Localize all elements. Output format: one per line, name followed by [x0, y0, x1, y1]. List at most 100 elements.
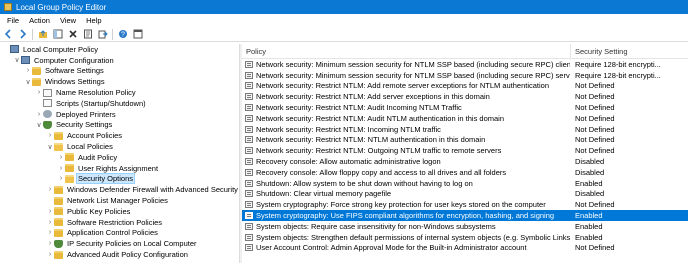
policy-row[interactable]: Network security: Restrict NTLM: Add rem… [242, 81, 688, 92]
column-header-policy[interactable]: Policy [242, 44, 570, 59]
title-bar: Local Group Policy Editor [0, 0, 688, 14]
security-setting-value: Not Defined [575, 92, 615, 102]
chevron-down-icon[interactable]: ∨ [13, 56, 21, 64]
policy-row[interactable]: Network security: Restrict NTLM: Add ser… [242, 91, 688, 102]
policy-row[interactable]: Shutdown: Allow system to be shut down w… [242, 178, 688, 189]
policy-name: System objects: Require case insensitivi… [256, 221, 496, 231]
security-setting-value: Disabled [575, 167, 605, 177]
policy-row[interactable]: System cryptography: Use FIPS compliant … [242, 210, 688, 221]
export-list-icon[interactable] [97, 29, 108, 40]
chevron-right-icon[interactable]: › [35, 111, 43, 118]
folder-up-icon[interactable] [37, 29, 48, 40]
tree-item[interactable]: › Account Policies [0, 130, 239, 141]
policy-cell: System objects: Require case insensitivi… [242, 222, 570, 231]
chevron-right-icon[interactable]: › [46, 208, 54, 215]
chevron-right-icon[interactable]: › [57, 165, 65, 172]
chevron-right-icon[interactable]: › [46, 251, 54, 258]
policy-row[interactable]: Network security: Restrict NTLM: Incomin… [242, 124, 688, 135]
chevron-right-icon[interactable]: › [35, 89, 43, 96]
chevron-right-icon[interactable]: › [46, 186, 54, 193]
chevron-right-icon[interactable]: › [57, 175, 65, 182]
policy-row[interactable]: User Account Control: Admin Approval Mod… [242, 243, 688, 254]
forward-icon[interactable] [17, 29, 28, 40]
tree-item[interactable]: ∨ Computer Configuration [0, 55, 239, 66]
tree-item[interactable]: › Software Settings [0, 66, 239, 77]
policy-cell: Recovery console: Allow floppy copy and … [242, 168, 570, 177]
policy-row[interactable]: System objects: Require case insensitivi… [242, 221, 688, 232]
toolbar-separator [32, 28, 33, 40]
policy-row[interactable]: Recovery console: Allow floppy copy and … [242, 167, 688, 178]
policy-row[interactable]: Network security: Restrict NTLM: Audit N… [242, 113, 688, 124]
policy-cell: Network security: Restrict NTLM: Add ser… [242, 92, 570, 101]
chevron-right-icon[interactable]: › [46, 219, 54, 226]
policy-name: Network security: Restrict NTLM: Outgoin… [256, 146, 502, 156]
chevron-down-icon[interactable]: ∨ [24, 78, 32, 86]
menu-view[interactable]: View [55, 14, 81, 27]
properties-icon[interactable] [82, 29, 93, 40]
doc-icon [43, 99, 52, 108]
policy-cell: System cryptography: Force strong key pr… [242, 200, 570, 209]
extended-view-icon[interactable] [132, 29, 143, 40]
policy-row[interactable]: System objects: Strengthen default permi… [242, 232, 688, 243]
policy-setting-icon [245, 60, 253, 68]
chevron-right-icon[interactable]: › [46, 229, 54, 236]
tree-item[interactable]: › Public Key Policies [0, 206, 239, 217]
pc-icon [10, 45, 19, 54]
chevron-down-icon[interactable]: ∨ [46, 143, 54, 151]
menu-file[interactable]: File [2, 14, 24, 27]
tree-item[interactable]: › Software Restriction Policies [0, 217, 239, 228]
tree-item[interactable]: Local Computer Policy [0, 44, 239, 55]
tree-item-label: Local Policies [67, 142, 113, 152]
chevron-right-icon[interactable]: › [57, 154, 65, 161]
tree-item-label: Software Settings [45, 66, 104, 76]
policy-row[interactable]: Shutdown: Clear virtual memory pagefile D… [242, 189, 688, 200]
menu-action[interactable]: Action [24, 14, 55, 27]
folder-icon [65, 164, 74, 173]
tree-item-label: Network List Manager Policies [67, 196, 168, 206]
tree-item[interactable]: › Windows Defender Firewall with Advanced… [0, 184, 239, 195]
policy-name: Recovery console: Allow automatic admini… [256, 157, 441, 167]
tree-item-label: Scripts (Startup/Shutdown) [56, 98, 146, 108]
help-icon[interactable]: ? [117, 29, 128, 40]
policy-name: System objects: Strengthen default permi… [256, 232, 570, 242]
policy-row[interactable]: Network security: Minimum session securi… [242, 59, 688, 70]
tree-item[interactable]: › Security Options [0, 173, 239, 185]
column-header-security-setting[interactable]: Security Setting [570, 44, 688, 59]
tree-item[interactable]: › IP Security Policies on Local Computer [0, 238, 239, 249]
chevron-right-icon[interactable]: › [46, 240, 54, 247]
policy-row[interactable]: Network security: Minimum session securi… [242, 70, 688, 81]
tree-item[interactable]: Scripts (Startup/Shutdown) [0, 98, 239, 109]
tree-item[interactable]: ∨ Local Policies [0, 141, 239, 152]
show-hide-tree-icon[interactable] [52, 29, 63, 40]
folder-open-icon [54, 142, 63, 151]
chevron-right-icon[interactable]: › [24, 67, 32, 74]
console-tree: Local Computer Policy ∨ Computer Configura… [0, 44, 239, 263]
tree-item[interactable]: › Deployed Printers [0, 109, 239, 120]
delete-icon[interactable] [67, 29, 78, 40]
policy-row[interactable]: Network security: Restrict NTLM: NTLM au… [242, 135, 688, 146]
tree-item-label: Security Options [75, 173, 136, 185]
tree-item[interactable]: › Advanced Audit Policy Configuration [0, 249, 239, 260]
tree-item[interactable]: › Application Control Policies [0, 228, 239, 239]
menu-help[interactable]: Help [81, 14, 106, 27]
tree-item-label: IP Security Policies on Local Computer [67, 239, 197, 249]
tree-item[interactable]: ∨ Security Settings [0, 120, 239, 131]
back-icon[interactable] [2, 29, 13, 40]
tree-item[interactable]: › Audit Policy [0, 152, 239, 163]
policy-name: Network security: Minimum session securi… [256, 59, 570, 69]
tree-item[interactable]: › User Rights Assignment [0, 163, 239, 174]
chevron-right-icon[interactable]: › [46, 132, 54, 139]
policy-row[interactable]: System cryptography: Force strong key pr… [242, 199, 688, 210]
tree-item[interactable]: Network List Manager Policies [0, 195, 239, 206]
policy-row[interactable]: Recovery console: Allow automatic admini… [242, 156, 688, 167]
policy-row[interactable]: Network security: Restrict NTLM: Audit I… [242, 102, 688, 113]
policy-row[interactable]: Network security: Restrict NTLM: Outgoin… [242, 145, 688, 156]
policy-cell: Network security: Restrict NTLM: Audit I… [242, 103, 570, 112]
tree-item[interactable]: ∨ Windows Settings [0, 76, 239, 87]
folder-icon [54, 131, 63, 140]
security-setting-value: Enabled [575, 211, 603, 221]
security-setting-value: Not Defined [575, 200, 615, 210]
chevron-down-icon[interactable]: ∨ [35, 121, 43, 129]
policy-setting-icon [245, 168, 253, 176]
tree-item[interactable]: › Name Resolution Policy [0, 87, 239, 98]
